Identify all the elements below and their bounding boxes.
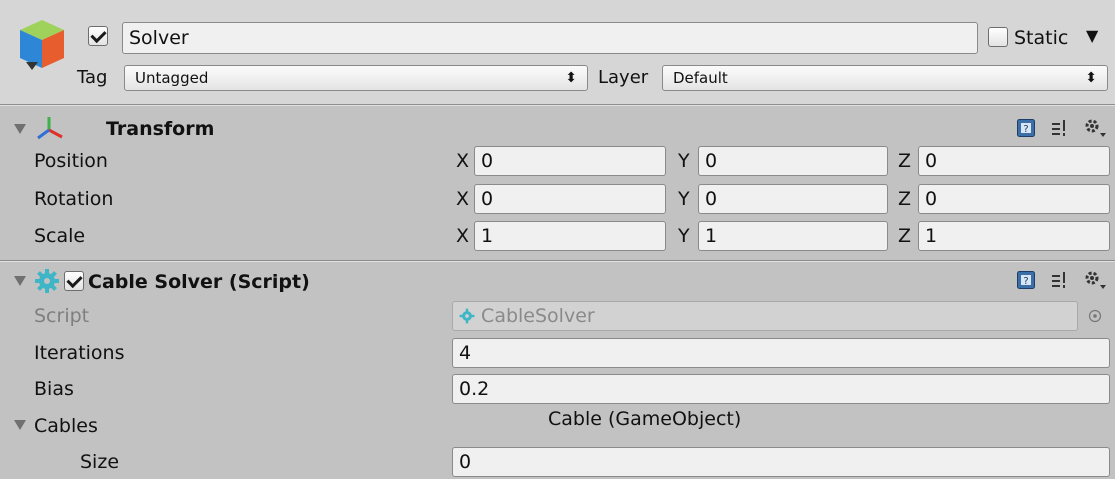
scale-z-label[interactable]: Z — [898, 221, 911, 251]
position-z-label[interactable]: Z — [898, 146, 911, 176]
static-label: Static — [1014, 27, 1069, 49]
script-gear-icon — [35, 269, 59, 293]
position-y-label[interactable]: Y — [678, 146, 690, 176]
cable-solver-fold-icon[interactable] — [14, 276, 26, 286]
rotation-label: Rotation — [34, 188, 114, 210]
gameobject-name-input[interactable]: Solver — [122, 22, 978, 54]
settings-gear-icon[interactable] — [1083, 117, 1107, 139]
rotation-y-label[interactable]: Y — [678, 184, 690, 214]
tag-label: Tag — [77, 67, 108, 88]
bias-input[interactable]: 0.2 — [452, 374, 1110, 404]
position-label: Position — [34, 150, 108, 172]
script-label: Script — [34, 305, 90, 327]
bias-label: Bias — [34, 378, 74, 400]
scale-y-label[interactable]: Y — [678, 221, 690, 251]
scale-x-input[interactable]: 1 — [474, 221, 666, 251]
cable-solver-preset-icon[interactable] — [1051, 271, 1069, 289]
cable-solver-title[interactable]: Cable Solver (Script) — [88, 268, 310, 296]
size-input[interactable]: 0 — [452, 447, 1110, 477]
cable-solver-settings-gear-icon[interactable] — [1083, 269, 1107, 291]
help-icon[interactable]: ? — [1017, 119, 1035, 137]
gameobject-name-text: Solver — [129, 27, 189, 49]
active-checkbox[interactable] — [88, 26, 108, 46]
static-dropdown-arrow-icon[interactable]: ▼ — [1086, 23, 1098, 49]
cables-fold-icon[interactable] — [14, 420, 26, 430]
layer-label: Layer — [598, 67, 649, 88]
static-checkbox[interactable] — [988, 27, 1008, 47]
cable-solver-enabled-checkbox[interactable] — [64, 271, 84, 291]
tag-value: Untagged — [135, 69, 209, 87]
preset-icon[interactable] — [1051, 119, 1069, 137]
rotation-y-input[interactable]: 0 — [698, 184, 888, 214]
position-y-input[interactable]: 0 — [698, 146, 888, 176]
size-label: Size — [80, 451, 120, 473]
iterations-input[interactable]: 4 — [452, 338, 1110, 368]
rotation-x-label[interactable]: X — [456, 184, 469, 214]
script-value: CableSolver — [481, 305, 595, 327]
svg-text:?: ? — [1023, 276, 1028, 287]
tag-dropdown-arrows-icon: ⬍ — [565, 70, 577, 86]
scale-y-input[interactable]: 1 — [698, 221, 888, 251]
cables-type-label: Cable (GameObject) — [548, 408, 742, 430]
gameobject-cube-icon — [20, 20, 64, 70]
layer-dropdown[interactable]: Default ⬍ — [662, 65, 1108, 91]
rotation-z-label[interactable]: Z — [898, 184, 911, 214]
transform-title[interactable]: Transform — [106, 115, 214, 143]
rotation-x-input[interactable]: 0 — [474, 184, 666, 214]
position-x-input[interactable]: 0 — [474, 146, 666, 176]
rotation-z-input[interactable]: 0 — [918, 184, 1110, 214]
script-field-gear-icon — [459, 308, 475, 324]
object-picker-icon[interactable] — [1088, 309, 1102, 323]
layer-dropdown-arrows-icon: ⬍ — [1085, 70, 1097, 86]
scale-z-input[interactable]: 1 — [918, 221, 1110, 251]
position-x-label[interactable]: X — [456, 146, 469, 176]
position-z-input[interactable]: 0 — [918, 146, 1110, 176]
script-field[interactable]: CableSolver — [452, 301, 1078, 331]
cables-label[interactable]: Cables — [34, 411, 98, 441]
gameobject-header: Solver Static ▼ Tag Untagged ⬍ Layer Def… — [0, 0, 1115, 105]
scale-label: Scale — [34, 225, 86, 247]
layer-value: Default — [673, 69, 728, 87]
cable-solver-help-icon[interactable]: ? — [1017, 271, 1035, 289]
svg-text:?: ? — [1023, 124, 1028, 135]
transform-axis-icon — [37, 117, 63, 140]
tag-dropdown[interactable]: Untagged ⬍ — [124, 65, 588, 91]
iterations-label: Iterations — [34, 342, 125, 364]
scale-x-label[interactable]: X — [456, 221, 469, 251]
transform-fold-icon[interactable] — [14, 124, 26, 134]
